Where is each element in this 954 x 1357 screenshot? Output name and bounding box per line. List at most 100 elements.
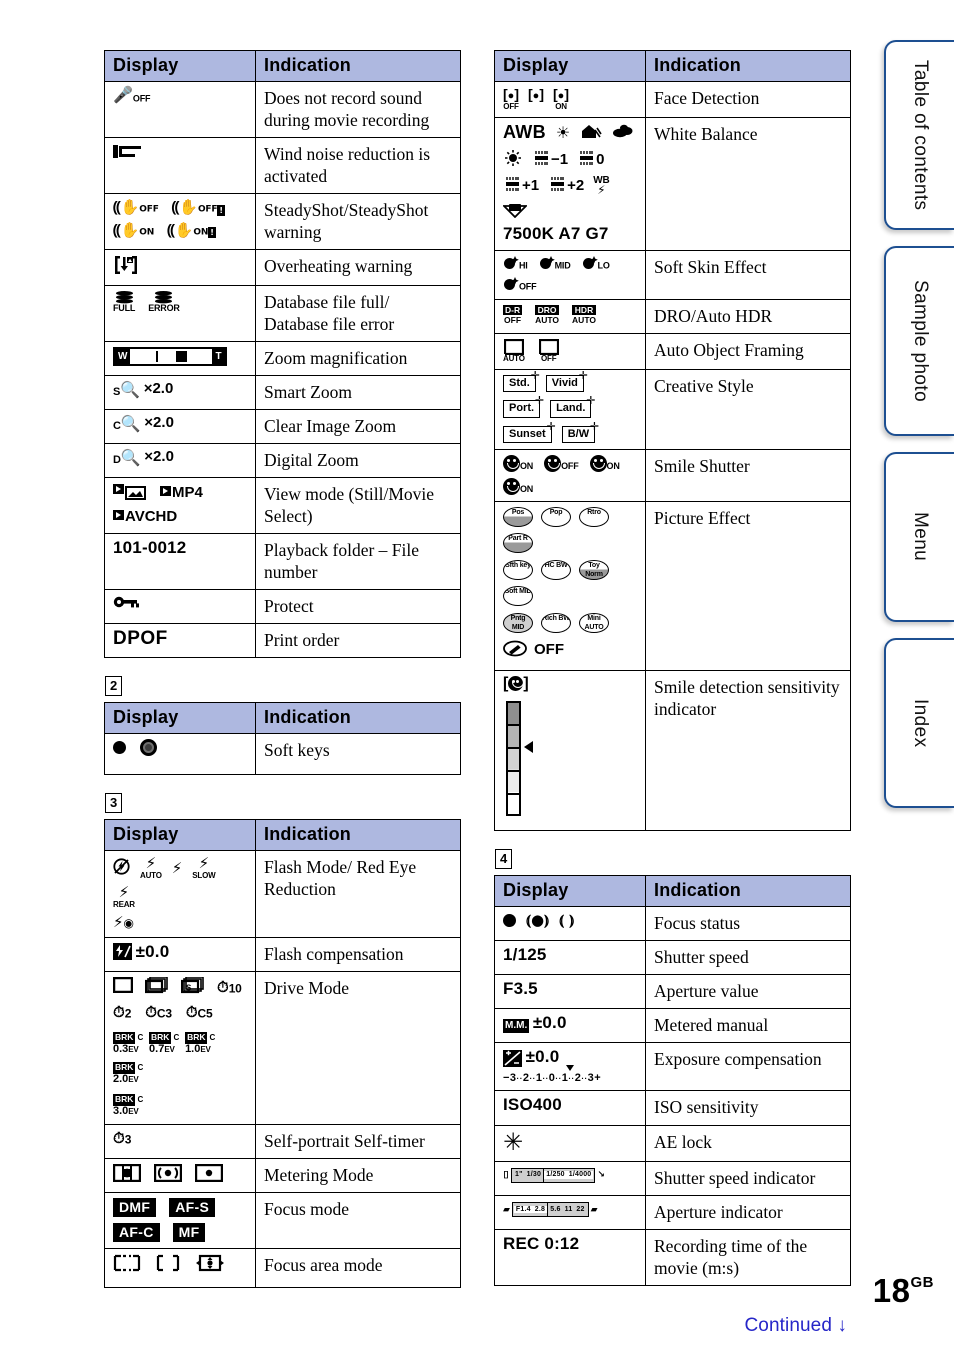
smile-sensitivity-bar-icon — [506, 701, 521, 816]
indication-cell: Aperture value — [645, 974, 851, 1010]
continuous-icon — [144, 976, 169, 997]
bracket-1-0ev-icon: BRK C 1.0EV — [185, 1031, 216, 1055]
exposure-compensation-value: ±0.0 — [525, 1047, 560, 1067]
table-row: Pos Pop Rtro Part R Sfth key HC BW Toy N… — [494, 500, 851, 672]
smile-shutter-on-2-icon: ON — [589, 454, 620, 472]
display-cell: [●] OFF [●] [●] ON — [494, 81, 646, 118]
wb-flash-icon: WB ⚡ — [593, 175, 610, 197]
table-section-2: Display Indication Soft keys — [104, 702, 461, 776]
indication-cell: Creative Style — [645, 369, 851, 450]
table-row: AWB ☀ −1 0 +1 +2 WB ⚡ 7500K A7 G7 White … — [494, 116, 851, 252]
table-row: 1/125 Shutter speed — [494, 940, 851, 976]
focus-area-multi-icon — [113, 1254, 141, 1275]
column-header-indication: Indication — [645, 875, 851, 907]
wb-fluorescent-minus1-icon: −1 — [532, 150, 568, 169]
white-balance-awb-label: AWB — [503, 121, 546, 142]
tab-menu-label: Menu — [909, 512, 931, 562]
section-number-3: 3 — [105, 793, 123, 814]
display-cell: Std. ✛ Vivid ✛ Port. ✛ Land. ✛ Sunset ✛ B/W ✛ — [494, 369, 646, 450]
table-row: F3.5 Aperture value — [494, 974, 851, 1010]
creative-style-bw-chip: B/W ✛ — [561, 421, 599, 443]
indication-cell: Smile Shutter — [645, 448, 851, 502]
creative-style-land-chip: Land. ✛ — [550, 395, 595, 418]
spot-metering-icon — [194, 1163, 224, 1185]
display-cell: M.M. ±0.0 — [494, 1008, 646, 1044]
tab-menu[interactable]: Menu — [884, 452, 954, 622]
picture-effect-soft-label: Soft MID — [504, 588, 532, 596]
hdr-auto-icon: HDR AUTO — [572, 304, 596, 325]
aperture-scale-f14: F1.4 — [513, 1205, 533, 1214]
display-cell: ⚡ AUTO ⚡ ⚡ SLOW ⚡ REAR ⚡◉ — [104, 850, 256, 938]
focus-tracking-icon: ⦅●⦆ — [526, 911, 550, 929]
page-number: 18GB — [873, 1272, 934, 1310]
picture-effect-part-icon: Part R — [503, 532, 533, 553]
tab-table-of-contents[interactable]: Table of contents — [884, 40, 954, 230]
indication-cell: Flash compensation — [255, 936, 461, 972]
aperture-scale-56: 5.6 — [550, 1205, 561, 1213]
continued-arrow-icon: ↓ — [837, 1315, 847, 1336]
display-cell: REC 0:12 — [494, 1228, 646, 1286]
indication-cell: Soft keys — [255, 733, 461, 776]
auto-object-framing-off-icon: OFF — [538, 338, 559, 363]
table-row: Soft keys — [104, 733, 461, 776]
display-cell: 101-0012 — [104, 532, 256, 591]
aperture-scale-22: 22 — [576, 1205, 585, 1213]
table-row: Std. ✛ Vivid ✛ Port. ✛ Land. ✛ Sunset ✛ B/W ✛ … — [494, 369, 851, 450]
table-row: ±0.0 −3··2··1··0··1··2··3+ Exposure comp… — [494, 1042, 851, 1092]
table-row: ±0.0 Flash compensation — [104, 936, 461, 972]
table-row: ⦅●⦆ ⦅ ⦆ Focus status — [494, 905, 851, 942]
shutter-speed-scale-band: 1" 1/30 1/250 1/4000 — [511, 1167, 596, 1183]
indication-cell: Print order — [255, 623, 461, 659]
shutter-scale-1-30: 1/30 — [526, 1171, 542, 1179]
indication-cell: Soft Skin Effect — [645, 250, 851, 300]
indication-cell: Flash Mode/ Red Eye Reduction — [255, 850, 461, 938]
picture-effect-rich-label: Rich BW — [542, 615, 570, 623]
table-row: AUTO OFF Auto Object Framing — [494, 332, 851, 371]
view-avchd-icon: AVCHD — [113, 508, 177, 526]
creative-style-port-label: Port. — [509, 402, 535, 415]
exposure-compensation-icon — [503, 1050, 522, 1068]
column-header-display: Display — [494, 875, 646, 907]
table-row: FULL ERROR Database file full/ Database … — [104, 284, 461, 342]
section-number-2: 2 — [105, 676, 123, 697]
creative-style-sunset-chip: Sunset ✛ — [503, 421, 556, 443]
picture-effect-rtro-label: Rtro — [587, 509, 601, 517]
face-detection-on-icon: [●] ON — [553, 86, 569, 111]
indication-cell: Does not record sound during movie recor… — [255, 80, 461, 139]
focus-mode-afc-chip: AF-C — [113, 1222, 160, 1242]
table-row: 🎤OFF Does not record sound during movie … — [104, 80, 461, 139]
indication-cell: AE lock — [645, 1124, 851, 1162]
display-cell — [104, 733, 256, 776]
tab-index-label: Index — [909, 698, 931, 748]
focus-locked-icon — [503, 913, 516, 927]
table-row: D🔍 ×2.0 Digital Zoom — [104, 442, 461, 478]
left-column: Display Indication 🎤OFF Does not record … — [104, 50, 461, 1289]
tab-sample-photo[interactable]: Sample photo — [884, 246, 954, 436]
indication-cell: Focus area mode — [255, 1247, 461, 1289]
focus-mode-afs-chip: AF-S — [169, 1197, 216, 1217]
focus-area-flexible-icon — [195, 1254, 225, 1275]
zoom-track — [130, 349, 212, 364]
picture-effect-off-icon — [503, 640, 529, 660]
tab-index[interactable]: Index — [884, 638, 954, 808]
aperture-scale-11: 11 — [564, 1205, 573, 1213]
continued-label: Continued — [744, 1315, 832, 1336]
picture-effect-mini-icon: Mini AUTO — [579, 612, 609, 633]
manual-page: Display Indication 🎤OFF Does not record … — [0, 0, 954, 1357]
wind-noise-icon — [113, 143, 147, 164]
metered-manual-value: ±0.0 — [532, 1013, 567, 1033]
column-header-display: Display — [104, 50, 256, 82]
table-row: S ⏱10 ⏱2 ⏱C3 ⏱C5 BRK C 0.3EV BRK C 0.7EV… — [104, 970, 461, 1125]
wb-fluorescent-plus1-icon: +1 — [503, 177, 539, 195]
smile-sensitivity-marker-icon — [524, 740, 533, 753]
focus-searching-icon: ⦅ ⦆ — [559, 911, 575, 929]
wb-daylight-icon: ☀ — [555, 123, 571, 143]
display-cell — [104, 1157, 256, 1193]
picture-effect-toy-icon: Toy Norm — [579, 559, 609, 580]
picture-effect-rtro-icon: Rtro — [579, 506, 609, 527]
zoom-bar-icon: W T — [113, 346, 227, 366]
creative-style-std-chip: Std. ✛ — [503, 370, 540, 393]
focus-mode-mf-chip: MF — [172, 1222, 206, 1242]
continued-link[interactable]: Continued ↓ — [744, 1315, 847, 1337]
mic-off-icon: 🎤OFF — [113, 87, 151, 104]
